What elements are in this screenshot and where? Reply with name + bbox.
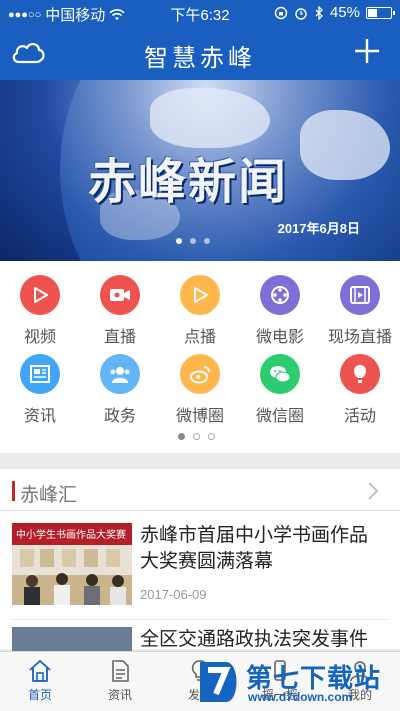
page-dot[interactable] xyxy=(208,433,215,440)
grid-item-weibo[interactable]: 微博圈 xyxy=(160,354,240,425)
grid-pagination xyxy=(178,433,215,440)
grid-item-label: 微电影 xyxy=(255,329,304,346)
banner-dot[interactable] xyxy=(204,238,210,244)
grid-item-video[interactable]: 视频 xyxy=(0,275,80,346)
d7-logo-icon xyxy=(200,662,237,702)
bluetooth-icon xyxy=(315,5,323,20)
tab-label: 首页 xyxy=(27,688,52,702)
chevron-right-icon[interactable] xyxy=(366,481,380,501)
section-header[interactable]: 赤峰汇 xyxy=(0,469,400,511)
grid-item-micro-film[interactable]: 微电影 xyxy=(240,275,320,346)
news-thumbnail: 中小学生书画作品大奖赛 xyxy=(12,523,132,605)
document-icon xyxy=(112,660,129,682)
grid-item-label: 点播 xyxy=(183,329,216,346)
feature-grid: 视频 直播 点播 微电影 现场直播资讯 政务 微博圈 微信圈 活动 xyxy=(0,261,400,453)
tab-label: 资讯 xyxy=(107,688,132,702)
banner-title: 赤峰新闻 xyxy=(88,154,289,210)
watermark-url: www.d7down.com xyxy=(248,690,353,704)
video-camera-icon xyxy=(100,275,140,315)
film-reel-icon xyxy=(260,275,300,315)
grid-item-label: 现场直播 xyxy=(327,329,392,346)
grid-item-label: 微信圈 xyxy=(255,408,304,425)
banner-pagination xyxy=(176,238,210,244)
chifeng-hui-section: 赤峰汇 中小学生书画作品大奖赛 赤峰市首届中小学书画作品大奖赛圆满落幕 2017… xyxy=(0,469,400,676)
banner-date: 2017年6月8日 xyxy=(277,221,360,236)
grid-item-label: 视频 xyxy=(23,329,56,346)
grid-item-onsite-live[interactable]: 现场直播 xyxy=(320,275,400,346)
status-right: 45% xyxy=(274,4,395,21)
news-title: 赤峰市首届中小学书画作品大奖赛圆满落幕 xyxy=(140,525,369,572)
grid-item-label: 微博圈 xyxy=(175,408,224,425)
watermark-logo: 第七下载站 www.d7down.com xyxy=(194,656,394,710)
plus-icon xyxy=(355,39,379,63)
hot-air-balloon-icon xyxy=(340,354,380,394)
home-icon xyxy=(29,660,51,682)
play-triangle-icon xyxy=(20,275,60,315)
news-photo: 中小学生书画作品大奖赛 xyxy=(12,523,132,605)
section-accent-bar xyxy=(12,481,15,501)
grid-item-government[interactable]: 政务 xyxy=(80,354,160,425)
tab-news[interactable]: 资讯 xyxy=(80,656,160,708)
people-icon xyxy=(100,354,140,394)
status-bar: ●●●○○ 中国移动 下午6:32 45% xyxy=(0,0,400,26)
add-button[interactable] xyxy=(352,36,382,66)
film-strip-icon xyxy=(340,275,380,315)
grid-item-label: 资讯 xyxy=(23,408,56,425)
app-title: 智慧赤峰 xyxy=(144,44,256,72)
thumbnail-banner-text: 中小学生书画作品大奖赛 xyxy=(16,528,126,541)
newspaper-icon xyxy=(20,354,60,394)
tab-home[interactable]: 首页 xyxy=(0,656,80,708)
banner-dot[interactable] xyxy=(176,238,182,244)
play-triangle-icon xyxy=(180,275,220,315)
divider xyxy=(12,619,388,620)
nav-bar: 智慧赤峰 xyxy=(0,26,400,80)
grid-item-label: 政务 xyxy=(103,408,136,425)
rotation-lock-icon xyxy=(274,6,288,19)
alarm-icon xyxy=(295,7,307,20)
page-dot[interactable] xyxy=(193,433,200,440)
page-dot[interactable] xyxy=(178,433,185,440)
battery-percent: 45% xyxy=(329,4,360,21)
weibo-icon xyxy=(180,354,220,394)
grid-item-label: 活动 xyxy=(343,408,376,425)
grid-item-news[interactable]: 资讯 xyxy=(0,354,80,425)
news-thumbnail xyxy=(12,627,132,651)
battery-icon xyxy=(366,6,395,19)
battery-fill xyxy=(368,8,378,17)
banner-dot[interactable] xyxy=(190,238,196,244)
grid-item-live[interactable]: 直播 xyxy=(80,275,160,346)
news-date: 2017-06-09 xyxy=(140,587,207,602)
section-title: 赤峰汇 xyxy=(20,485,78,506)
grid-item-wechat[interactable]: 微信圈 xyxy=(240,354,320,425)
grid-item-events[interactable]: 活动 xyxy=(320,354,400,425)
banner-carousel[interactable]: 赤峰新闻 2017年6月8日 xyxy=(0,80,400,261)
grid-item-label: 直播 xyxy=(103,329,136,346)
wechat-icon xyxy=(260,354,300,394)
grid-item-vod[interactable]: 点播 xyxy=(160,275,240,346)
news-item[interactable]: 中小学生书画作品大奖赛 赤峰市首届中小学书画作品大奖赛圆满落幕 2017-06-… xyxy=(0,523,400,613)
